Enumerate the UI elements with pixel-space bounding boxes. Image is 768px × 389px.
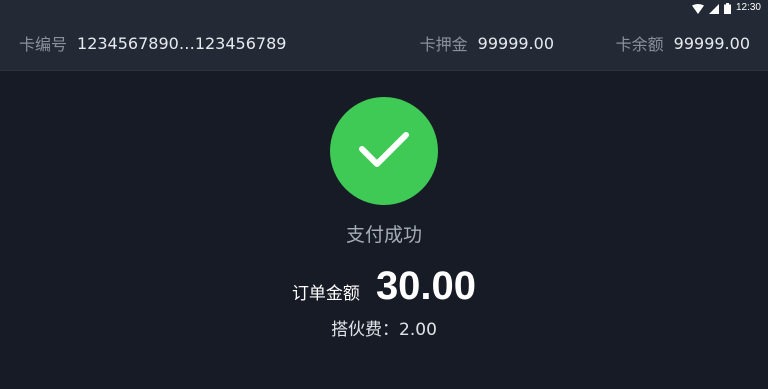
card-number-field: 卡编号 1234567890…123456789	[19, 16, 286, 70]
card-balance-label: 卡余额	[615, 35, 664, 54]
payment-status-text: 支付成功	[345, 224, 422, 246]
payment-success-screen: 12:30 卡编号 1234567890…123456789 卡押金 99999…	[0, 0, 768, 389]
battery-icon	[723, 0, 731, 18]
fee-text: 搭伙费：2.00	[331, 320, 437, 340]
card-balance-value: 99999.00	[673, 33, 750, 53]
card-info-bar: 卡编号 1234567890…123456789 卡押金 99999.00 卡余…	[0, 16, 768, 71]
order-amount-label: 订单金额	[291, 284, 360, 304]
success-badge	[330, 97, 438, 205]
order-amount-row: 订单金额 30.00	[0, 264, 768, 309]
card-deposit-field: 卡押金 99999.00	[420, 16, 554, 70]
card-balance-field: 卡余额 99999.00	[616, 16, 750, 70]
card-number-value: 1234567890…123456789	[77, 33, 287, 53]
card-number-label: 卡编号	[19, 35, 68, 54]
order-amount-value: 30.00	[375, 264, 477, 308]
status-bar: 12:30	[0, 0, 768, 16]
card-deposit-value: 99999.00	[477, 33, 554, 53]
checkmark-icon	[356, 127, 412, 175]
card-deposit-label: 卡押金	[419, 35, 468, 54]
wifi-icon	[691, 0, 704, 18]
signal-icon	[708, 0, 719, 18]
status-icons: 12:30	[691, 2, 761, 14]
status-time: 12:30	[735, 2, 761, 13]
